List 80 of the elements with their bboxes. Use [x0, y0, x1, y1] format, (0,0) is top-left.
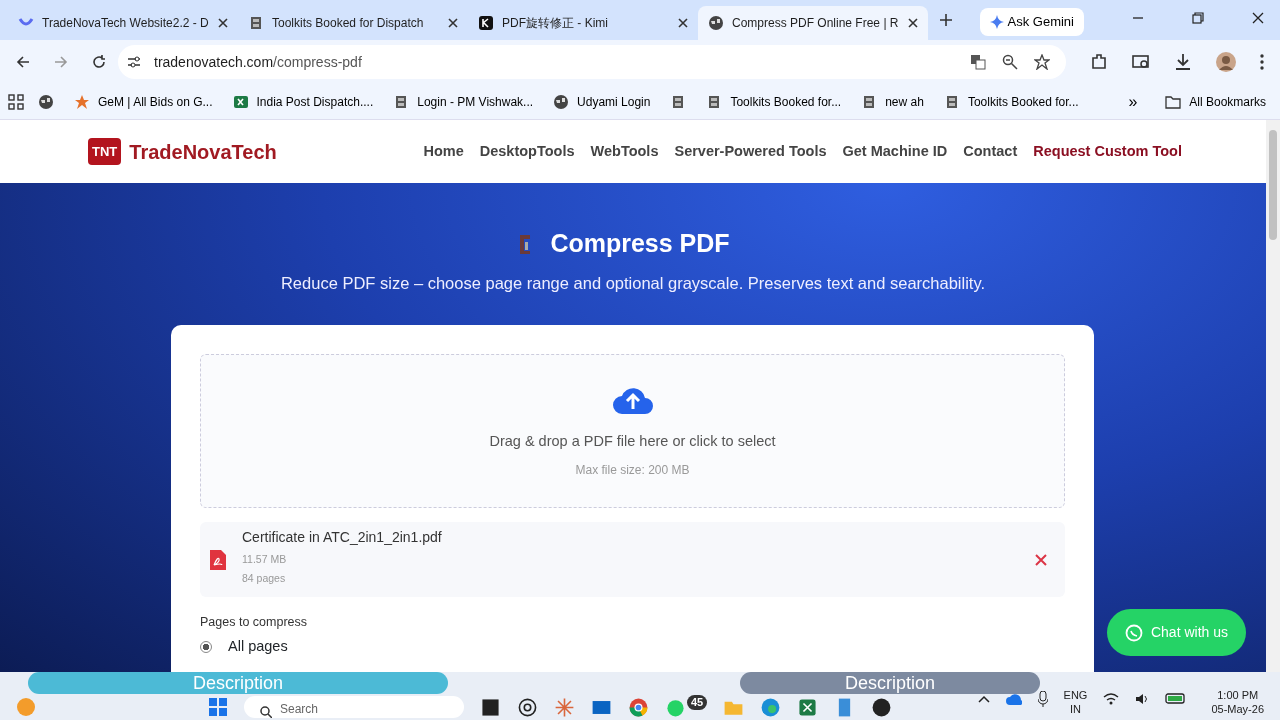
logo[interactable]: TNT TradeNovaTech — [88, 136, 277, 167]
nav-link[interactable]: Contact — [963, 140, 1018, 163]
back-icon[interactable] — [16, 55, 30, 69]
spreadsheet-icon — [232, 93, 249, 110]
cast-icon[interactable] — [1132, 53, 1150, 71]
nav-link[interactable]: Home — [423, 140, 464, 163]
bookmark[interactable]: Toolkits Booked for... — [700, 90, 848, 113]
bookmark[interactable]: new ah — [855, 90, 930, 113]
star-icon — [74, 93, 90, 110]
star-outline-icon[interactable] — [1034, 54, 1050, 70]
bookmark[interactable]: Udyami Login — [547, 90, 657, 113]
radio-button[interactable] — [200, 640, 212, 653]
nav-link[interactable]: DesktopTools — [479, 140, 575, 163]
upload-note: Max file size: 200 MB — [575, 462, 690, 479]
forward-icon[interactable] — [54, 55, 68, 69]
more-menu-icon[interactable] — [1260, 54, 1264, 70]
tab[interactable]: PDF旋转修正 - Kimi — [468, 6, 698, 40]
close-icon — [218, 18, 228, 28]
nav-link[interactable]: Request Custom Tool — [1033, 140, 1182, 163]
radio-label: All pages — [228, 637, 288, 656]
count-badge: 45 — [687, 695, 708, 710]
tab[interactable]: Toolkits Booked for Dispatch — [238, 6, 468, 40]
page-count: 84 pages — [242, 571, 287, 587]
bookmark[interactable]: GeM | All Bids on G... — [68, 90, 219, 113]
close-icon — [448, 18, 458, 28]
bookmark[interactable]: India Post Dispatch.... — [226, 90, 380, 113]
search-icon — [260, 706, 272, 718]
start-icon[interactable] — [208, 697, 228, 717]
search-field[interactable]: Search — [244, 696, 464, 718]
page-title: Compress PDF — [550, 228, 730, 259]
speaker-icon[interactable] — [1135, 693, 1150, 705]
wifi-icon[interactable] — [1103, 693, 1120, 705]
language-indicator[interactable]: ENG IN — [1063, 688, 1088, 717]
close-icon — [908, 18, 918, 28]
field-label: Pages to compress — [200, 614, 308, 632]
battery-icon[interactable] — [1165, 692, 1188, 704]
translate-icon[interactable] — [970, 54, 986, 70]
clock[interactable]: 1:00 PM 05-May-26 — [1211, 688, 1264, 717]
bookmark[interactable]: Toolkits Booked for... — [937, 90, 1085, 113]
sparkle-icon — [989, 14, 1004, 29]
restore-icon[interactable] — [1192, 12, 1204, 24]
nav-link[interactable]: WebTools — [590, 140, 659, 163]
nav-link[interactable]: Get Machine ID — [842, 140, 948, 163]
more-bookmarks-button[interactable]: » — [1122, 87, 1144, 116]
all-bookmarks-button[interactable]: All Bookmarks — [1159, 90, 1272, 113]
folder-icon — [1165, 93, 1182, 110]
file-name: Certificate in ATC_2in1_2in1.pdf — [242, 527, 443, 547]
apps-grid-icon[interactable] — [8, 93, 24, 110]
zoom-icon[interactable] — [1002, 54, 1018, 70]
burst-icon[interactable] — [554, 697, 575, 718]
close-icon — [678, 18, 688, 28]
close-icon[interactable] — [1252, 12, 1264, 24]
microphone-icon[interactable] — [1037, 691, 1048, 707]
cloud-upload-icon — [611, 385, 654, 416]
avatar-icon[interactable] — [1216, 52, 1236, 72]
disc-icon[interactable] — [871, 697, 893, 718]
ask-gemini-button[interactable]: Ask Gemini — [979, 8, 1084, 36]
tab[interactable]: TradeNovaTech Website2.2 - D — [8, 6, 238, 40]
page-subtitle: Reduce PDF size – choose page range and optional grayscale. Preserves text and searchability. — [280, 272, 986, 294]
emblem-icon — [248, 15, 264, 31]
pdf-file-icon — [210, 549, 226, 570]
spreadsheet-icon[interactable] — [797, 697, 819, 718]
download-icon[interactable] — [1174, 53, 1192, 71]
caption-bar: Description — [740, 672, 1040, 694]
chat-bubble-icon — [1124, 623, 1143, 642]
file-size: 11.57 MB — [242, 551, 288, 567]
cloud-icon[interactable] — [1005, 692, 1022, 706]
bookmark[interactable]: Login - PM Vishwak... — [387, 90, 540, 113]
nav-link[interactable]: Server-Powered Tools — [674, 140, 827, 163]
site-info-icon — [126, 54, 142, 70]
scrollbar[interactable] — [1266, 120, 1280, 672]
plus-icon[interactable] — [940, 14, 952, 26]
upload-prompt: Drag & drop a PDF file here or click to select — [489, 432, 776, 452]
remove-icon[interactable] — [1035, 553, 1047, 566]
caption-bar: Description — [28, 672, 448, 694]
tab[interactable]: Compress PDF Online Free | R — [698, 6, 928, 40]
drop-zone[interactable]: Drag & drop a PDF file here or click to select Max file size: 200 MB — [200, 354, 1065, 509]
extensions-icon[interactable] — [1090, 53, 1108, 71]
k-logo-icon — [478, 15, 494, 31]
reload-icon[interactable] — [92, 55, 106, 69]
